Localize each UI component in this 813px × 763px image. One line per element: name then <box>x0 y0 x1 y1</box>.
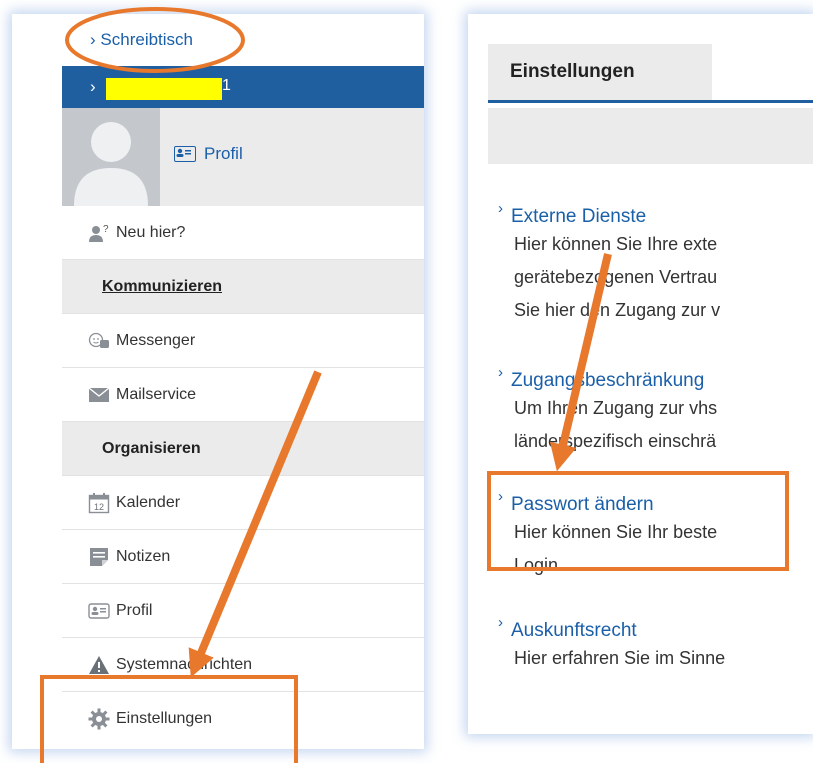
chevron-right-icon: › <box>498 614 503 631</box>
menu-item-system-messages[interactable]: Systemnachrichten <box>62 638 424 692</box>
envelope-icon <box>88 386 110 403</box>
entry-right-to-information: › Auskunftsrecht Hier erfahren Sie im Sin… <box>498 614 726 675</box>
tab-label: Einstellungen <box>510 61 635 82</box>
entry-link[interactable]: › Passwort ändern <box>498 488 717 516</box>
menu-item-label: Mailservice <box>116 385 197 403</box>
entry-access-restriction: › Zugangsbeschränkung Um Ihren Zugang zur… <box>498 364 718 458</box>
entry-external-services: › Externe Dienste Hier können Sie Ihre ex… <box>498 200 721 327</box>
menu-item-notes[interactable]: Notizen <box>62 530 424 584</box>
entry-description: Um Ihren Zugang zur vhs <box>514 398 718 418</box>
entry-description: länderspezifisch einschrä <box>514 431 717 451</box>
username-suffix: 1 <box>222 77 231 94</box>
gear-icon <box>88 708 110 730</box>
breadcrumb: › Schreibtisch <box>12 14 424 66</box>
breadcrumb-label: Schreibtisch <box>100 30 194 49</box>
settings-panel: Einstellungen › Externe Dienste Hier könn… <box>468 14 813 734</box>
user-bar[interactable]: › 1 <box>62 66 424 108</box>
menu-item-label: Neu hier? <box>116 223 186 241</box>
menu-item-new-here[interactable]: ? Neu hier? <box>62 206 424 260</box>
section-label: Organisieren <box>102 439 201 457</box>
chevron-right-icon: › <box>498 488 503 505</box>
note-icon <box>88 547 110 567</box>
chevron-right-icon: › <box>498 364 503 381</box>
menu-item-label: Einstellungen <box>116 709 213 727</box>
chevron-right-icon: › <box>90 30 96 49</box>
menu-item-label: Notizen <box>116 547 171 565</box>
user-question-icon: ? <box>88 224 110 242</box>
avatar[interactable] <box>62 108 160 206</box>
messenger-icon <box>88 332 110 350</box>
entry-title: Passwort ändern <box>511 494 654 515</box>
breadcrumb-link-desk[interactable]: › Schreibtisch <box>90 30 193 50</box>
entry-title: Zugangsbeschränkung <box>511 370 705 391</box>
menu-item-label: Kalender <box>116 493 181 511</box>
entry-description: Hier erfahren Sie im Sinne <box>514 648 726 668</box>
menu-item-calendar[interactable]: 12 Kalender <box>62 476 424 530</box>
profile-link-label: Profil <box>204 144 243 163</box>
menu-item-profile[interactable]: Profil <box>62 584 424 638</box>
menu-item-settings[interactable]: Einstellungen <box>62 692 424 745</box>
warning-icon <box>88 655 110 675</box>
user-silhouette-icon <box>74 122 148 206</box>
entry-title: Externe Dienste <box>511 206 647 227</box>
svg-text:?: ? <box>103 224 109 235</box>
entry-link[interactable]: › Zugangsbeschränkung <box>498 364 717 392</box>
section-label: Kommunizieren <box>102 277 223 295</box>
chevron-right-icon: › <box>498 200 503 217</box>
toolbar-bar <box>488 108 813 164</box>
entry-link[interactable]: › Externe Dienste <box>498 200 720 228</box>
entry-change-password: › Passwort ändern Hier können Sie Ihr bes… <box>498 488 718 582</box>
entry-description: Hier können Sie Ihre exte <box>514 234 718 254</box>
entry-description: Login. <box>514 555 564 575</box>
section-communicate[interactable]: Kommunizieren <box>62 260 424 314</box>
entry-title: Auskunftsrecht <box>511 620 637 641</box>
menu-item-mailservice[interactable]: Mailservice <box>62 368 424 422</box>
entry-link[interactable]: › Auskunftsrecht <box>498 614 725 642</box>
sidebar-panel: › Schreibtisch › 1 Profil ? Neu hier? Ko… <box>12 14 424 749</box>
entry-description: Sie hier den Zugang zur v <box>514 300 721 320</box>
entry-description: gerätebezogenen Vertrau <box>514 267 718 287</box>
profile-card-icon <box>174 146 196 162</box>
svg-text:12: 12 <box>94 502 104 512</box>
section-organize[interactable]: Organisieren <box>62 422 424 476</box>
entry-description: Hier können Sie Ihr beste <box>514 522 718 542</box>
tab-strip: Einstellungen <box>488 44 813 103</box>
chevron-right-icon: › <box>90 77 96 96</box>
calendar-icon: 12 <box>88 492 110 514</box>
profile-row: Profil <box>62 108 424 206</box>
redacted-username <box>106 78 222 100</box>
menu-item-messenger[interactable]: Messenger <box>62 314 424 368</box>
tab-settings[interactable]: Einstellungen <box>488 44 712 100</box>
profile-card-icon <box>88 602 110 619</box>
profile-link[interactable]: Profil <box>174 144 243 164</box>
menu-item-label: Messenger <box>116 331 196 349</box>
menu-item-label: Systemnachrichten <box>116 655 253 673</box>
menu-item-label: Profil <box>116 601 153 619</box>
